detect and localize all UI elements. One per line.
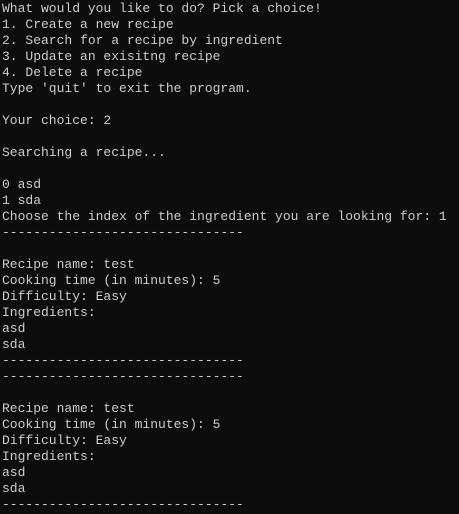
ingredient-index-item: 0 asd	[2, 177, 42, 192]
recipe-name-line: Recipe name: test	[2, 257, 135, 272]
ingredients-heading: Ingredients:	[2, 449, 96, 464]
separator-line: -------------------------------	[2, 497, 244, 512]
ingredient-item: asd	[2, 465, 26, 480]
menu-option-update: 3. Update an exisitng recipe	[2, 49, 221, 64]
separator-line: -------------------------------	[2, 353, 244, 368]
separator-line: -------------------------------	[2, 225, 244, 240]
searching-status-line: Searching a recipe...	[2, 145, 166, 160]
ingredient-item: asd	[2, 321, 26, 336]
ingredient-item: sda	[2, 481, 26, 496]
menu-option-create: 1. Create a new recipe	[2, 17, 174, 32]
quit-instruction-line: Type 'quit' to exit the program.	[2, 81, 252, 96]
separator-line: -------------------------------	[2, 369, 244, 384]
ingredients-heading: Ingredients:	[2, 305, 96, 320]
ingredient-item: sda	[2, 337, 26, 352]
difficulty-line: Difficulty: Easy	[2, 433, 127, 448]
ingredient-index-item: 1 sda	[2, 193, 42, 208]
cooking-time-line: Cooking time (in minutes): 5	[2, 417, 221, 432]
ingredient-index-prompt: Choose the index of the ingredient you a…	[2, 209, 447, 224]
menu-option-delete: 4. Delete a recipe	[2, 65, 143, 80]
recipe-name-line: Recipe name: test	[2, 401, 135, 416]
menu-prompt-line: What would you like to do? Pick a choice…	[2, 1, 322, 16]
difficulty-line: Difficulty: Easy	[2, 289, 127, 304]
menu-option-search: 2. Search for a recipe by ingredient	[2, 33, 283, 48]
user-choice-line: Your choice: 2	[2, 113, 112, 128]
cooking-time-line: Cooking time (in minutes): 5	[2, 273, 221, 288]
terminal-window[interactable]: What would you like to do? Pick a choice…	[0, 0, 459, 514]
